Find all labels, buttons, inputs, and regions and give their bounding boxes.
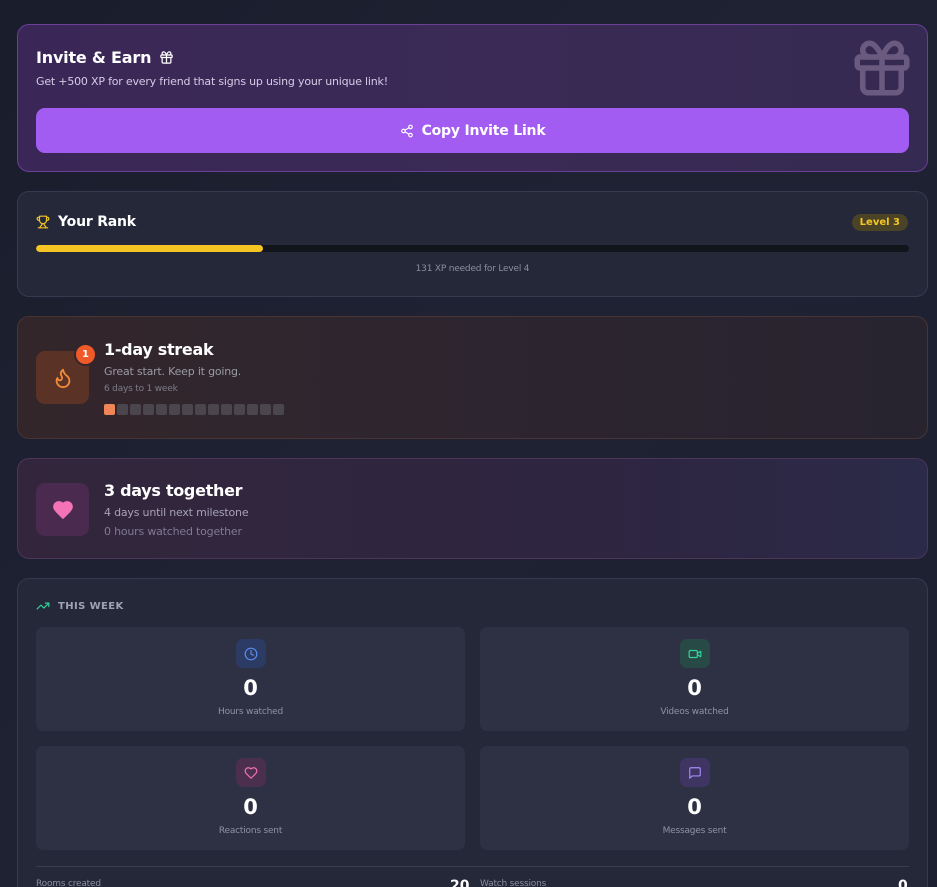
invite-title-row: Invite & Earn [36,48,174,67]
together-card: 3 days together 4 days until next milest… [17,458,928,559]
stat-hours-watched: 0 Hours watched [36,627,465,731]
invite-subtitle: Get +500 XP for every friend that signs … [36,75,388,88]
trophy-icon [36,215,50,229]
rooms-created-label: Rooms created [36,879,101,887]
streak-day-dot [182,404,193,415]
streak-day-dot [195,404,206,415]
stat-messages-sent: 0 Messages sent [480,746,909,850]
streak-day-dot [221,404,232,415]
heart-icon-tile [36,483,89,536]
stat-value: 0 [243,676,258,700]
streak-day-dot [117,404,128,415]
streak-day-dots [104,404,284,415]
stat-value: 0 [687,795,702,819]
streak-day-dot [156,404,167,415]
level-badge: Level 3 [851,214,908,231]
together-detail: 0 hours watched together [104,525,242,538]
rank-card: Your Rank Level 3 131 XP needed for Leve… [17,191,928,297]
streak-subtitle: Great start. Keep it going. [104,365,242,378]
clock-icon [235,639,266,668]
streak-day-dot [143,404,154,415]
stat-label: Hours watched [218,707,283,717]
gift-icon [160,51,174,64]
video-icon [679,639,710,668]
heart-icon [52,500,73,519]
rank-title-row: Your Rank [36,214,136,230]
streak-day-dot [130,404,141,415]
stat-value: 0 [687,676,702,700]
streak-count-badge: 1 [74,343,97,366]
invite-card: Invite & Earn Get +500 XP for every frie… [17,24,928,172]
streak-day-dot [234,404,245,415]
stat-label: Videos watched [660,707,729,717]
watch-sessions-label: Watch sessions [480,879,547,887]
trending-up-icon [36,602,50,610]
stat-label: Reactions sent [218,826,283,836]
invite-title: Invite & Earn [36,48,152,67]
heart-outline-icon [235,758,266,787]
rooms-created-value: 20 [450,878,470,887]
streak-day-dot [208,404,219,415]
stat-value: 0 [243,795,258,819]
streak-detail: 6 days to 1 week [104,384,178,394]
week-divider [36,866,909,867]
rank-title: Your Rank [58,214,136,230]
share-icon [400,124,413,137]
together-title: 3 days together [104,481,243,500]
this-week-title-row: THIS WEEK [36,599,124,613]
streak-card: 1 1-day streak Great start. Keep it goin… [17,316,928,439]
stats-page: Invite & Earn Get +500 XP for every frie… [0,0,937,887]
xp-progress-bar [36,245,909,252]
this-week-title: THIS WEEK [58,600,124,612]
flame-icon [55,368,70,388]
streak-day-dot [260,404,271,415]
streak-day-dot [169,404,180,415]
together-subtitle: 4 days until next milestone [104,506,249,519]
watch-sessions-value: 0 [898,878,908,887]
gift-background-icon [854,40,910,96]
streak-day-dot [247,404,258,415]
stat-videos-watched: 0 Videos watched [480,627,909,731]
streak-title: 1-day streak [104,340,214,359]
streak-day-dot [273,404,284,415]
copy-invite-link-label: Copy Invite Link [421,122,546,139]
xp-needed-note: 131 XP needed for Level 4 [415,264,530,274]
this-week-card: THIS WEEK 0 Hours watched 0 Videos watch… [17,578,928,887]
streak-day-dot [104,404,115,415]
copy-invite-link-button[interactable]: Copy Invite Link [36,108,909,153]
stat-label: Messages sent [662,826,727,836]
xp-progress-fill [36,245,263,252]
message-icon [679,758,710,787]
stat-reactions-sent: 0 Reactions sent [36,746,465,850]
